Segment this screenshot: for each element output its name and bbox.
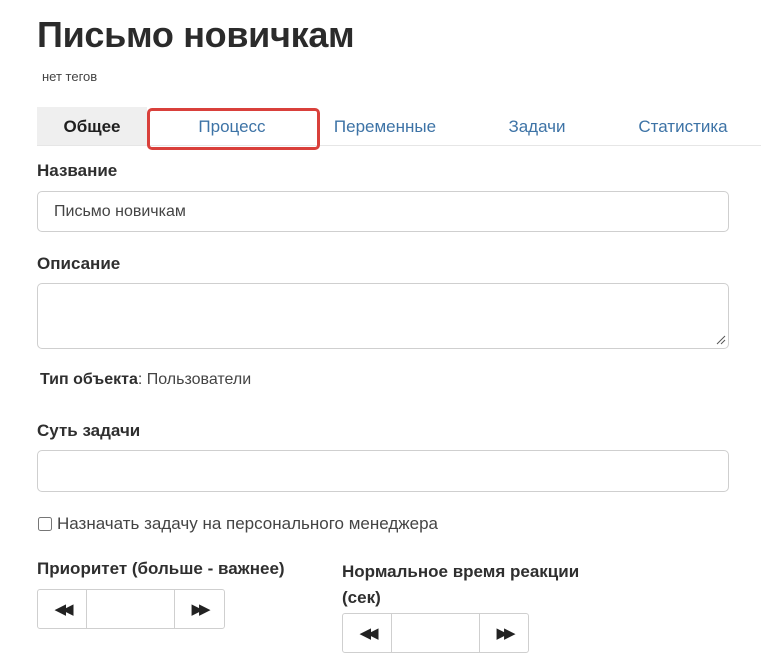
tab-tasks[interactable]: Задачи: [489, 107, 585, 145]
fast-forward-icon: ▶▶: [191, 601, 210, 618]
tab-statistics[interactable]: Статистика: [623, 107, 743, 145]
priority-input[interactable]: [86, 590, 175, 628]
priority-label: Приоритет (больше - важнее): [37, 559, 285, 578]
priority-increment-button[interactable]: ▶▶: [175, 590, 223, 628]
object-type-label: Тип объекта: [40, 371, 138, 388]
assign-manager-label: Назначать задачу на персонального менедж…: [57, 514, 438, 533]
tab-process[interactable]: Процесс: [148, 107, 316, 145]
fast-forward-icon: ▶▶: [496, 625, 515, 642]
tab-bar: Общее Процесс Переменные Задачи Статисти…: [37, 107, 761, 146]
tab-general[interactable]: Общее: [37, 107, 147, 145]
assign-manager-checkbox[interactable]: [38, 517, 52, 531]
page: Письмо новичкам нет тегов Общее Процесс …: [0, 0, 761, 668]
priority-decrement-button[interactable]: ◀◀: [38, 590, 86, 628]
tags-text: нет тегов: [42, 69, 98, 84]
name-input[interactable]: [37, 191, 729, 232]
assign-manager-row[interactable]: Назначать задачу на персонального менедж…: [37, 514, 438, 534]
rewind-icon: ◀◀: [359, 625, 378, 642]
essence-input[interactable]: [37, 450, 729, 492]
reaction-increment-button[interactable]: ▶▶: [480, 614, 528, 652]
reaction-time-label: Нормальное время реакции (сек): [342, 562, 580, 607]
description-label: Описание: [37, 254, 121, 273]
essence-label: Суть задачи: [37, 421, 141, 440]
priority-stepper: ◀◀ ▶▶: [37, 589, 225, 629]
tab-variables[interactable]: Переменные: [323, 107, 447, 145]
name-label: Название: [37, 161, 118, 180]
object-type-value: Пользователи: [142, 371, 252, 388]
description-textarea[interactable]: [37, 283, 729, 349]
rewind-icon: ◀◀: [54, 601, 73, 618]
object-type-row: Тип объекта: Пользователи: [40, 371, 251, 389]
page-title: Письмо новичкам: [37, 14, 355, 55]
reaction-decrement-button[interactable]: ◀◀: [343, 614, 391, 652]
reaction-time-stepper: ◀◀ ▶▶: [342, 613, 529, 653]
reaction-time-input[interactable]: [391, 614, 480, 652]
